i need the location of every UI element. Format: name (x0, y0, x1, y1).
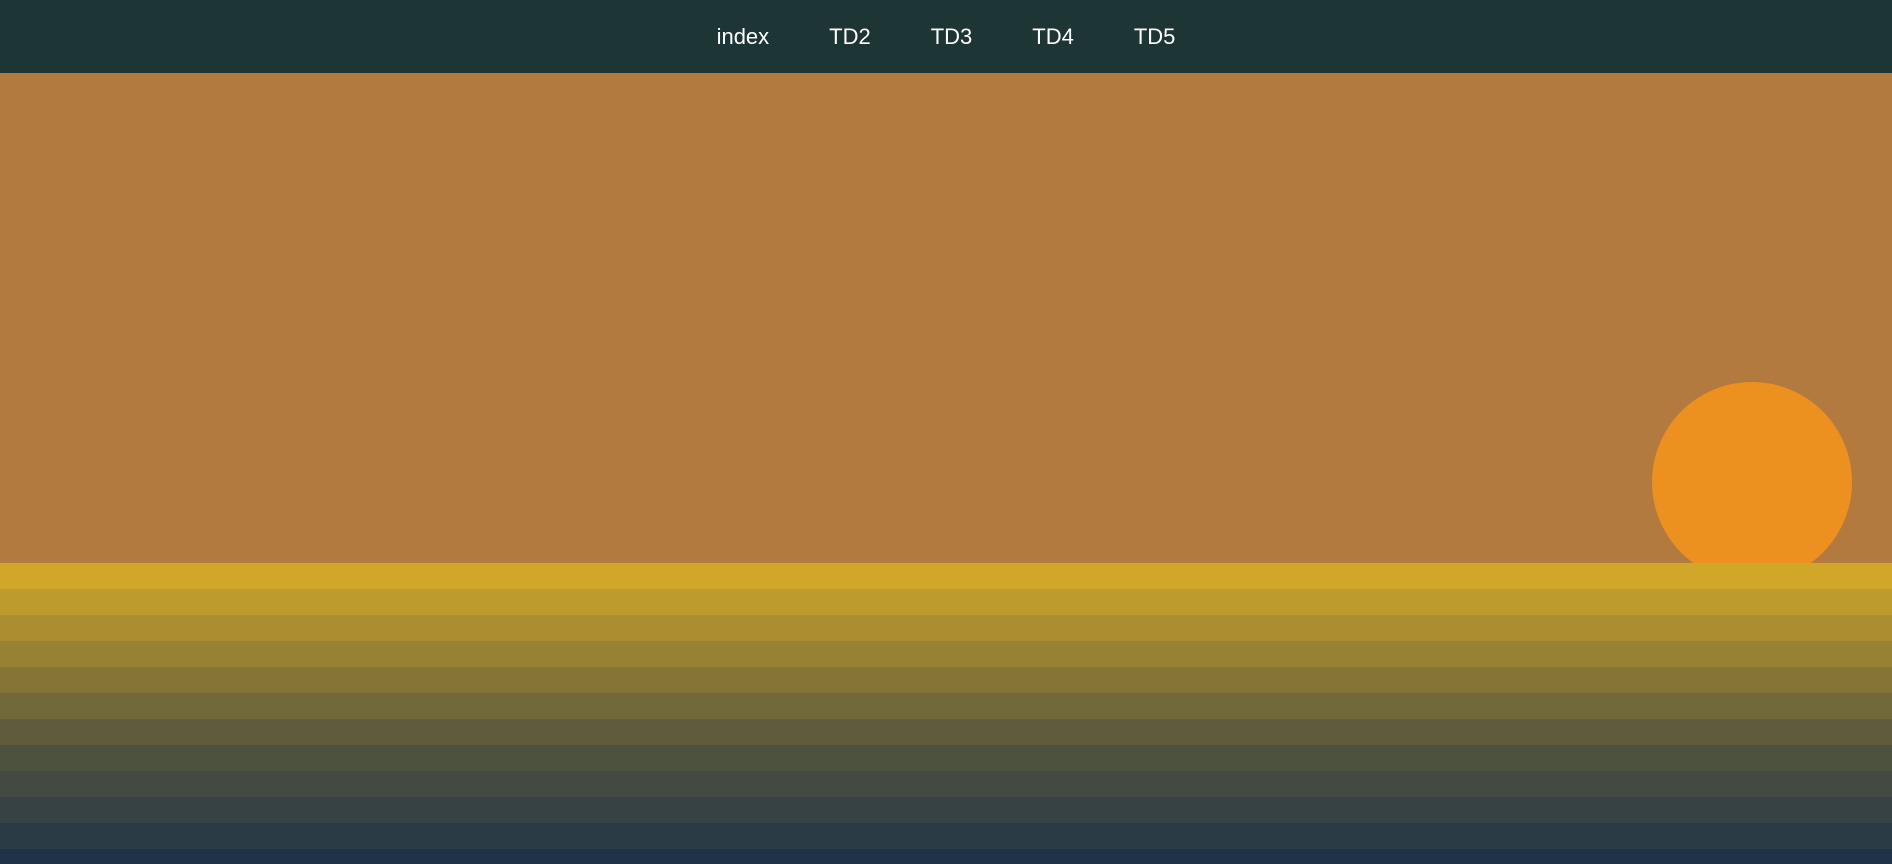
sun-circle (1652, 382, 1852, 582)
sea-band (0, 849, 1892, 864)
nav-link-td3[interactable]: TD3 (901, 0, 1003, 73)
sea-band (0, 797, 1892, 823)
sky-background (0, 73, 1892, 563)
sea-band (0, 693, 1892, 719)
sea-band (0, 719, 1892, 745)
sea-band (0, 589, 1892, 615)
top-navbar: index TD2 TD3 TD4 TD5 (0, 0, 1892, 73)
sea-band (0, 771, 1892, 797)
sea-band (0, 563, 1892, 589)
sea-band (0, 667, 1892, 693)
sea-gradient (0, 563, 1892, 864)
page: index TD2 TD3 TD4 TD5 (0, 0, 1892, 864)
sea-band (0, 615, 1892, 641)
nav-link-td5[interactable]: TD5 (1104, 0, 1206, 73)
sea-band (0, 641, 1892, 667)
nav-link-td4[interactable]: TD4 (1002, 0, 1104, 73)
nav-link-td2[interactable]: TD2 (799, 0, 901, 73)
sea-band (0, 745, 1892, 771)
nav-link-index[interactable]: index (687, 0, 800, 73)
sea-band (0, 823, 1892, 849)
